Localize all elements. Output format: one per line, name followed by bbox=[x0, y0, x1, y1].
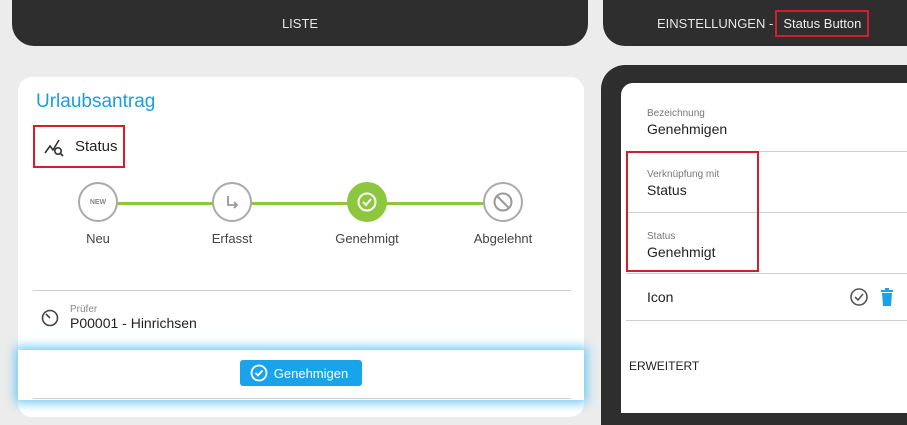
timer-icon bbox=[41, 309, 59, 326]
status-chart-icon bbox=[44, 139, 64, 157]
status-stepper: NEW Neu Erfasst Genehmigt Abgelehnt bbox=[18, 182, 584, 252]
status-button-label: Status Button bbox=[783, 15, 862, 31]
tab-liste[interactable]: LISTE bbox=[12, 0, 588, 46]
step-label: Erfasst bbox=[211, 231, 253, 246]
icon-field[interactable]: Icon bbox=[647, 287, 895, 307]
divider bbox=[626, 320, 907, 321]
approve-button-label: Genehmigen bbox=[273, 365, 349, 381]
action-bar: Genehmigen bbox=[18, 350, 584, 400]
divider bbox=[33, 398, 571, 399]
highlight-box bbox=[626, 151, 759, 272]
bezeichnung-label: Bezeichnung bbox=[647, 108, 705, 119]
page-title: Urlaubsantrag bbox=[36, 91, 156, 112]
icon-label: Icon bbox=[647, 289, 674, 305]
tab-liste-label: LISTE bbox=[281, 15, 319, 31]
settings-form: Bezeichnung Genehmigen Verknüpfung mit S… bbox=[621, 83, 907, 413]
tab-einstellungen[interactable]: EINSTELLUNGEN - - Status Button bbox=[603, 0, 907, 46]
step-label: Abgelehnt bbox=[473, 231, 533, 246]
step-label: Neu bbox=[86, 231, 110, 246]
step-erfasst[interactable]: Erfasst bbox=[187, 182, 277, 246]
check-circle-icon[interactable] bbox=[849, 287, 869, 307]
pruefer-value: P00001 - Hinrichsen bbox=[70, 315, 197, 331]
erweitert-section[interactable]: ERWEITERT bbox=[629, 359, 699, 373]
new-badge-text: NEW bbox=[89, 198, 107, 206]
tab-einstellungen-label: EINSTELLUNGEN - bbox=[657, 15, 774, 31]
step-abgelehnt[interactable]: Abgelehnt bbox=[458, 182, 548, 246]
bezeichnung-value: Genehmigen bbox=[647, 121, 728, 137]
status-header: Status bbox=[33, 125, 125, 168]
approve-button[interactable]: Genehmigen bbox=[239, 360, 363, 386]
check-circle-icon bbox=[347, 182, 387, 222]
trash-icon[interactable] bbox=[879, 288, 895, 306]
step-neu[interactable]: NEW Neu bbox=[53, 182, 143, 246]
divider bbox=[33, 290, 571, 291]
step-label: Genehmigt bbox=[335, 231, 399, 246]
divider bbox=[626, 273, 907, 274]
block-icon bbox=[483, 182, 523, 222]
form-card: Urlaubsantrag Status NEW Neu Erfasst Gen… bbox=[18, 77, 584, 417]
new-icon: NEW bbox=[78, 182, 118, 222]
turn-arrow-icon bbox=[212, 182, 252, 222]
stepper-line bbox=[98, 202, 503, 205]
step-genehmigt[interactable]: Genehmigt bbox=[322, 182, 412, 246]
status-title: Status bbox=[75, 138, 118, 155]
status-button-highlight: - Status Button bbox=[775, 9, 870, 37]
pruefer-field[interactable]: Prüfer P00001 - Hinrichsen bbox=[40, 304, 197, 331]
bezeichnung-field[interactable]: Bezeichnung Genehmigen bbox=[647, 108, 727, 137]
check-circle-icon bbox=[250, 364, 268, 382]
pruefer-label: Prüfer bbox=[70, 304, 98, 315]
